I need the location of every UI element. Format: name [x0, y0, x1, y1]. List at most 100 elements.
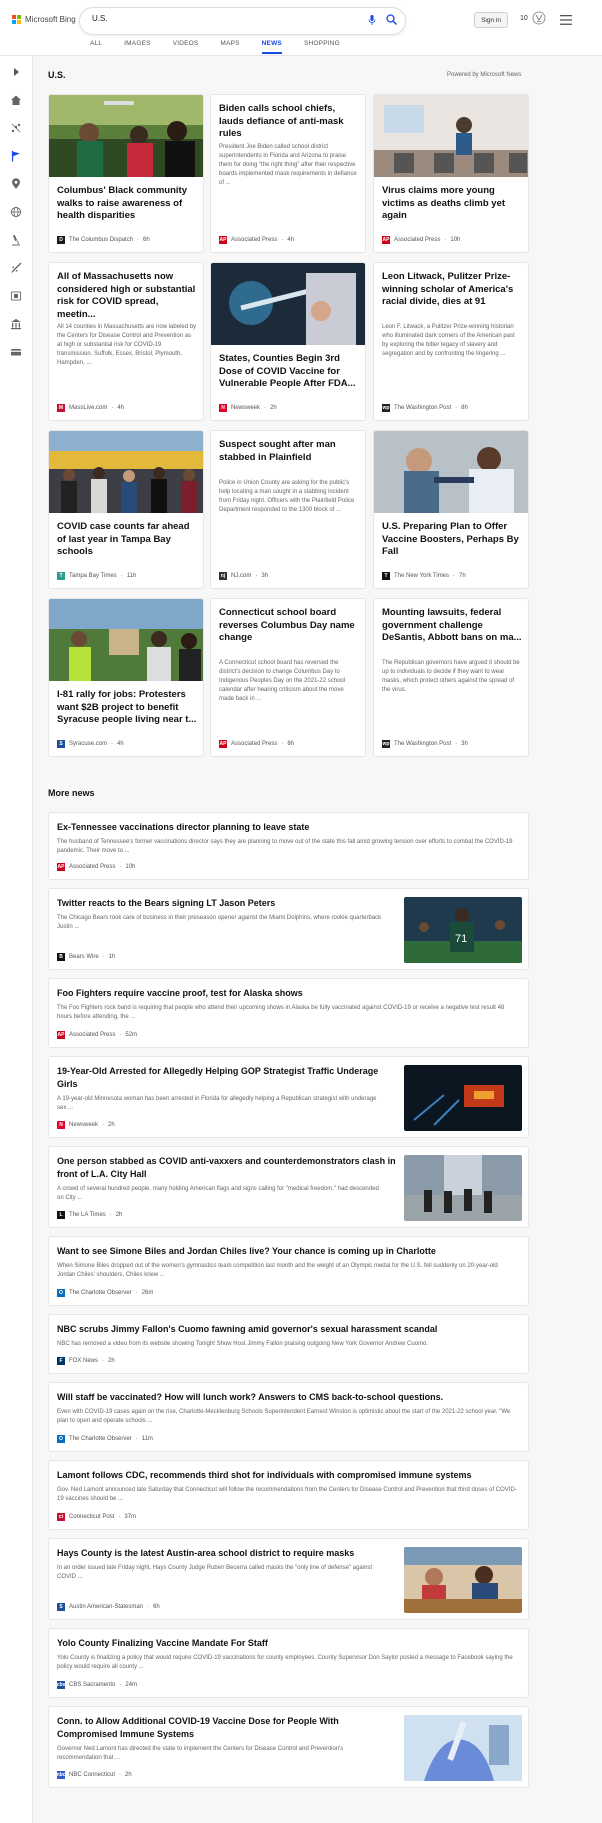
provider-name[interactable]: CBS Sacramento: [69, 1682, 115, 1688]
card-icon[interactable]: [10, 346, 22, 358]
provider-name[interactable]: The Columbus Dispatch: [69, 237, 133, 243]
item-title[interactable]: Yolo County Finalizing Vaccine Mandate F…: [57, 1637, 517, 1650]
provider-name[interactable]: MassLive.com: [69, 405, 107, 411]
provider-name[interactable]: Bears Wire: [69, 954, 99, 960]
microphone-icon[interactable]: [368, 15, 376, 25]
news-card[interactable]: Suspect sought after man stabbed in Plai…: [210, 430, 366, 589]
provider-name[interactable]: Connecticut Post: [69, 1514, 114, 1520]
sign-in-button[interactable]: Sign in: [474, 12, 508, 28]
tab-shopping[interactable]: SHOPPING: [304, 40, 340, 54]
more-news-item[interactable]: NBC scrubs Jimmy Fallon's Cuomo fawning …: [48, 1314, 529, 1374]
more-news-item[interactable]: One person stabbed as COVID anti-vaxxers…: [48, 1146, 529, 1228]
news-card[interactable]: Biden calls school chiefs, lauds defianc…: [210, 94, 366, 253]
provider-name[interactable]: NBC Connecticut: [69, 1772, 115, 1778]
item-title[interactable]: One person stabbed as COVID anti-vaxxers…: [57, 1155, 397, 1180]
news-card[interactable]: All of Massachusetts now considered high…: [48, 262, 204, 421]
item-title[interactable]: 19-Year-Old Arrested for Allegedly Helpi…: [57, 1065, 387, 1090]
bing-logo[interactable]: Microsoft Bing: [12, 15, 76, 24]
search-icon[interactable]: [386, 14, 397, 25]
more-news-item[interactable]: Conn. to Allow Additional COVID-19 Vacci…: [48, 1706, 529, 1788]
card-title[interactable]: All of Massachusetts now considered high…: [57, 271, 197, 321]
provider-name[interactable]: Associated Press: [394, 237, 440, 243]
scatter-icon[interactable]: [10, 122, 22, 134]
provider-name[interactable]: The Charlotte Observer: [69, 1290, 132, 1296]
news-card[interactable]: States, Counties Begin 3rd Dose of COVID…: [210, 262, 366, 421]
news-card[interactable]: U.S. Preparing Plan to Offer Vaccine Boo…: [373, 430, 529, 589]
flag-icon[interactable]: [10, 150, 22, 162]
film-icon[interactable]: [10, 290, 22, 302]
provider-name[interactable]: FOX News: [69, 1358, 98, 1364]
globe-icon[interactable]: [10, 206, 22, 218]
card-title[interactable]: Virus claims more young victims as death…: [382, 185, 522, 223]
tab-videos[interactable]: VIDEOS: [173, 40, 199, 54]
more-news-item[interactable]: Want to see Simone Biles and Jordan Chil…: [48, 1236, 529, 1306]
item-title[interactable]: NBC scrubs Jimmy Fallon's Cuomo fawning …: [57, 1323, 517, 1336]
card-title[interactable]: Suspect sought after man stabbed in Plai…: [219, 439, 359, 464]
item-title[interactable]: Foo Fighters require vaccine proof, test…: [57, 987, 517, 1000]
news-card[interactable]: Leon Litwack, Pulitzer Prize-winning sch…: [373, 262, 529, 421]
provider-name[interactable]: The LA Times: [69, 1212, 106, 1218]
more-news-item[interactable]: Ex-Tennessee vaccinations director plann…: [48, 812, 529, 880]
card-title[interactable]: Mounting lawsuits, federal government ch…: [382, 607, 522, 645]
item-title[interactable]: Twitter reacts to the Bears signing LT J…: [57, 897, 387, 910]
news-card[interactable]: COVID case counts far ahead of last year…: [48, 430, 204, 589]
news-card[interactable]: I-81 rally for jobs: Protesters want $2B…: [48, 598, 204, 757]
tab-news[interactable]: NEWS: [261, 40, 282, 54]
provider-name[interactable]: Newsweek: [69, 1122, 98, 1128]
news-card[interactable]: Columbus' Black community walks to raise…: [48, 94, 204, 253]
card-title[interactable]: Biden calls school chiefs, lauds defianc…: [219, 103, 359, 141]
more-news-item[interactable]: Will staff be vaccinated? How will lunch…: [48, 1382, 529, 1452]
card-title[interactable]: Columbus' Black community walks to raise…: [57, 185, 197, 223]
more-news-item[interactable]: 19-Year-Old Arrested for Allegedly Helpi…: [48, 1056, 529, 1138]
more-news-item[interactable]: Hays County is the latest Austin-area sc…: [48, 1538, 529, 1620]
news-card[interactable]: Mounting lawsuits, federal government ch…: [373, 598, 529, 757]
provider-name[interactable]: The Charlotte Observer: [69, 1436, 132, 1442]
hamburger-menu-icon[interactable]: [560, 15, 572, 25]
provider-name[interactable]: Associated Press: [231, 237, 277, 243]
provider-name[interactable]: The New York Times: [394, 573, 449, 579]
provider-name[interactable]: NJ.com: [231, 573, 251, 579]
rocket-icon[interactable]: [10, 262, 22, 274]
more-news-item[interactable]: Lamont follows CDC, recommends third sho…: [48, 1460, 529, 1530]
provider-name[interactable]: The Washington Post: [394, 405, 451, 411]
item-title[interactable]: Will staff be vaccinated? How will lunch…: [57, 1391, 517, 1404]
microscope-icon[interactable]: [10, 234, 22, 246]
search-box[interactable]: [80, 8, 405, 34]
news-card[interactable]: Virus claims more young victims as death…: [373, 94, 529, 253]
rewards-icon[interactable]: [532, 11, 546, 25]
provider-name[interactable]: Associated Press: [69, 1032, 115, 1038]
more-news-item[interactable]: Twitter reacts to the Bears signing LT J…: [48, 888, 529, 970]
chevron-right-icon[interactable]: [10, 66, 22, 78]
provider-name[interactable]: Associated Press: [231, 741, 277, 747]
tab-images[interactable]: IMAGES: [124, 40, 150, 54]
bank-icon[interactable]: [10, 318, 22, 330]
item-title[interactable]: Hays County is the latest Austin-area sc…: [57, 1547, 387, 1560]
rewards-points[interactable]: 10: [520, 15, 528, 22]
news-card[interactable]: Connecticut school board reverses Columb…: [210, 598, 366, 757]
tab-maps[interactable]: MAPS: [220, 40, 239, 54]
item-title[interactable]: Want to see Simone Biles and Jordan Chil…: [57, 1245, 517, 1258]
card-title[interactable]: Leon Litwack, Pulitzer Prize-winning sch…: [382, 271, 522, 309]
card-title[interactable]: COVID case counts far ahead of last year…: [57, 521, 197, 559]
provider-name[interactable]: Newsweek: [231, 405, 260, 411]
item-snippet: When Simone Biles dropped out of the wom…: [57, 1263, 498, 1278]
card-title[interactable]: Connecticut school board reverses Columb…: [219, 607, 359, 645]
location-pin-icon[interactable]: [10, 178, 22, 190]
provider-name[interactable]: Associated Press: [69, 864, 115, 870]
more-news-item[interactable]: Yolo County Finalizing Vaccine Mandate F…: [48, 1628, 529, 1698]
card-title[interactable]: States, Counties Begin 3rd Dose of COVID…: [219, 353, 359, 391]
provider-name[interactable]: The Washington Post: [394, 741, 451, 747]
tab-all[interactable]: ALL: [90, 40, 102, 54]
item-title[interactable]: Conn. to Allow Additional COVID-19 Vacci…: [57, 1715, 387, 1740]
card-title[interactable]: U.S. Preparing Plan to Offer Vaccine Boo…: [382, 521, 522, 559]
card-title[interactable]: I-81 rally for jobs: Protesters want $2B…: [57, 689, 197, 727]
provider-name[interactable]: Syracuse.com: [69, 741, 107, 747]
provider-name[interactable]: Austin American-Statesman: [69, 1604, 143, 1610]
search-input[interactable]: [92, 14, 332, 23]
powered-by-label[interactable]: Powered by Microsoft News: [447, 72, 521, 78]
item-title[interactable]: Lamont follows CDC, recommends third sho…: [57, 1469, 517, 1482]
provider-name[interactable]: Tampa Bay Times: [69, 573, 117, 579]
item-title[interactable]: Ex-Tennessee vaccinations director plann…: [57, 821, 517, 834]
home-icon[interactable]: [10, 94, 22, 106]
more-news-item[interactable]: Foo Fighters require vaccine proof, test…: [48, 978, 529, 1048]
